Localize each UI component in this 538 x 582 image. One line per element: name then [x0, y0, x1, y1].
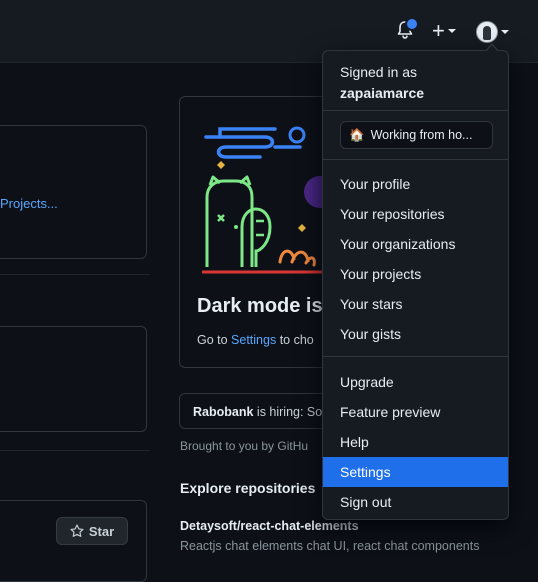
username: zapaiamarce — [340, 85, 425, 101]
menu-divider — [323, 159, 508, 160]
plus-icon: + — [432, 18, 445, 43]
avatar — [476, 21, 498, 43]
menu-divider — [323, 110, 508, 111]
dark-mode-title: Dark mode is — [197, 295, 323, 317]
repo-description: Reactjs chat elements chat UI, react cha… — [180, 539, 480, 553]
projects-link[interactable]: Projects... — [0, 196, 58, 211]
house-icon: 🏠 — [349, 127, 365, 142]
sponsor-note: Brought to you by GitHu — [180, 439, 309, 453]
user-menu-button[interactable] — [476, 21, 509, 43]
menu-item-your-organizations[interactable]: Your organizations — [323, 229, 508, 259]
signed-in-label: Signed in as — [340, 64, 418, 80]
star-button-label: Star — [88, 523, 115, 539]
dark-mode-text: Go to Settings to cho — [197, 333, 314, 347]
status-text: Working from ho... — [370, 128, 473, 142]
star-icon — [70, 524, 84, 537]
menu-item-your-gists[interactable]: Your gists — [323, 319, 508, 349]
repo-link[interactable]: Detaysoft/react-chat-elements — [180, 519, 359, 533]
set-status-button[interactable]: 🏠 Working from ho... — [340, 121, 493, 149]
menu-item-your-repositories[interactable]: Your repositories — [323, 199, 508, 229]
menu-item-your-stars[interactable]: Your stars — [323, 289, 508, 319]
signed-in-header[interactable]: Signed in as zapaiamarce — [340, 62, 424, 104]
menu-item-settings[interactable]: Settings — [323, 457, 508, 487]
caret-down-icon — [447, 29, 456, 33]
menu-divider — [323, 356, 508, 357]
divider — [0, 450, 150, 451]
star-button[interactable]: Star — [56, 517, 128, 545]
menu-item-feature-preview[interactable]: Feature preview — [323, 397, 508, 427]
explore-title: Explore repositories — [180, 480, 316, 496]
user-dropdown-menu: Signed in as zapaiamarce 🏠 Working from … — [322, 43, 509, 520]
menu-item-your-profile[interactable]: Your profile — [323, 169, 508, 199]
left-card — [0, 125, 147, 259]
caret-down-icon — [501, 30, 509, 34]
menu-item-sign-out[interactable]: Sign out — [323, 487, 508, 517]
menu-item-upgrade[interactable]: Upgrade — [323, 367, 508, 397]
menu-item-your-projects[interactable]: Your projects — [323, 259, 508, 289]
notification-indicator — [405, 17, 419, 31]
menu-item-help[interactable]: Help — [323, 427, 508, 457]
left-card — [0, 326, 147, 432]
divider — [0, 274, 150, 275]
settings-link[interactable]: Settings — [231, 333, 276, 347]
create-new-button[interactable]: + — [432, 18, 456, 43]
